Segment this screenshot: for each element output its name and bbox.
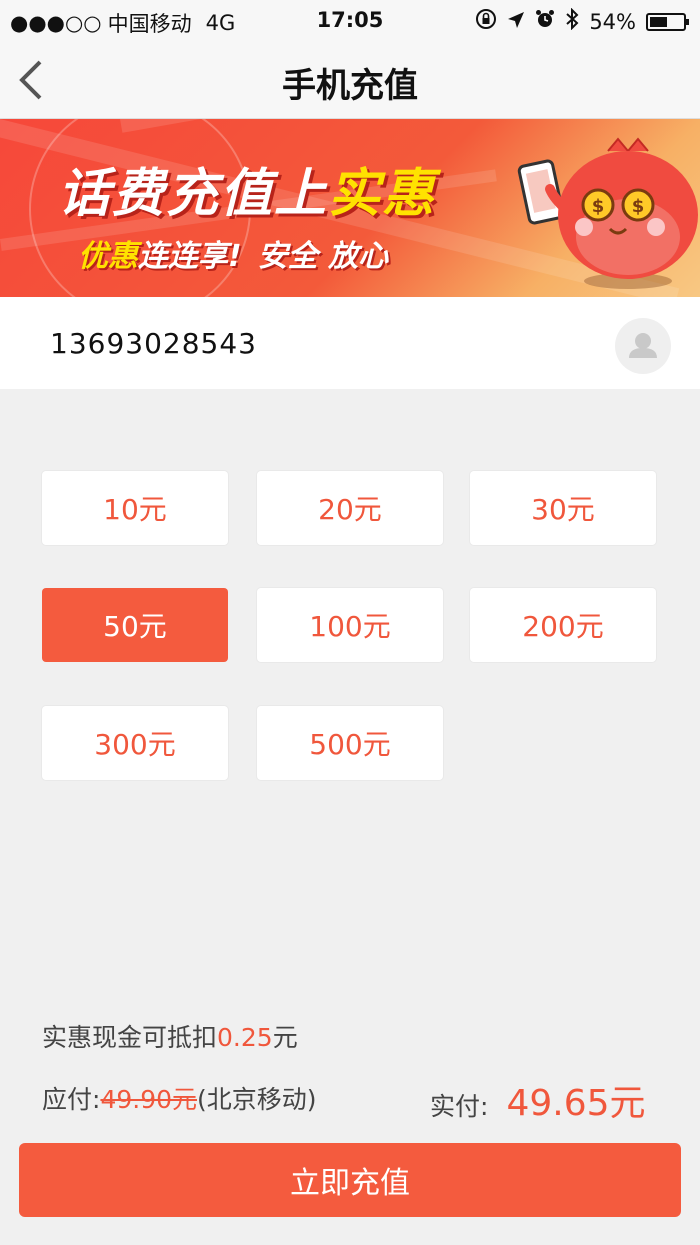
actual-payment: 实付: 49.65元 xyxy=(430,1074,646,1126)
svg-text:$: $ xyxy=(592,196,605,217)
location-arrow-icon xyxy=(507,10,525,34)
amount-option[interactable]: 10元 xyxy=(42,471,228,545)
actual-label: 实付: xyxy=(430,1092,489,1121)
svg-text:$: $ xyxy=(632,196,645,217)
page-title: 手机充值 xyxy=(282,66,418,106)
discount-prefix: 实惠现金可抵扣 xyxy=(42,1023,218,1052)
banner-headline-highlight: 实惠 xyxy=(328,164,437,224)
promo-banner[interactable]: 话费充值上实惠 优惠连连享! 安全 放心 $ $ xyxy=(0,119,700,297)
banner-headline-main: 话费充值上 xyxy=(58,164,329,224)
discount-info: 实惠现金可抵扣0.25元 xyxy=(42,1018,298,1054)
amount-option[interactable]: 100元 xyxy=(257,588,443,662)
nav-bar: 手机充值 xyxy=(0,40,700,119)
amount-option[interactable]: 200元 xyxy=(470,588,656,662)
contact-person-icon xyxy=(629,333,657,358)
amount-option[interactable]: 50元 xyxy=(42,588,228,662)
mascot-illustration: $ $ xyxy=(517,137,698,289)
status-right: 54% xyxy=(475,7,689,35)
payable-operator-note: (北京移动) xyxy=(197,1085,317,1114)
amount-option[interactable]: 30元 xyxy=(470,471,656,545)
amount-option[interactable]: 500元 xyxy=(257,706,443,780)
discount-value: 0.25 xyxy=(217,1023,273,1052)
battery-fill xyxy=(650,16,667,27)
bluetooth-icon xyxy=(565,7,579,35)
payable-info: 应付:49.90元(北京移动) xyxy=(42,1080,317,1116)
actual-price: 49.65元 xyxy=(506,1083,646,1124)
banner-headline: 话费充值上实惠 xyxy=(58,151,436,226)
payable-original-price: 49.90元 xyxy=(100,1085,198,1114)
recharge-now-button[interactable]: 立即充值 xyxy=(19,1143,681,1217)
amount-option[interactable]: 300元 xyxy=(42,706,228,780)
phone-number-input[interactable] xyxy=(48,319,572,367)
amount-option[interactable]: 20元 xyxy=(257,471,443,545)
banner-subline-highlight: 优惠 xyxy=(78,239,138,274)
discount-suffix: 元 xyxy=(272,1023,298,1052)
payable-label: 应付: xyxy=(42,1085,101,1114)
status-bar: ●●●○○ 中国移动 4G 17:05 54% xyxy=(0,0,700,40)
battery-percent: 54% xyxy=(589,9,636,34)
alarm-icon xyxy=(535,9,555,34)
banner-subline-main: 连连享! xyxy=(138,239,242,274)
banner-subline: 优惠连连享! 安全 放心 xyxy=(78,231,388,275)
lock-rotation-icon xyxy=(475,8,497,35)
phone-number-row xyxy=(0,297,700,389)
battery-icon xyxy=(646,12,689,31)
contact-picker-button[interactable] xyxy=(615,318,671,374)
banner-subline-rest: 安全 放心 xyxy=(257,239,389,274)
